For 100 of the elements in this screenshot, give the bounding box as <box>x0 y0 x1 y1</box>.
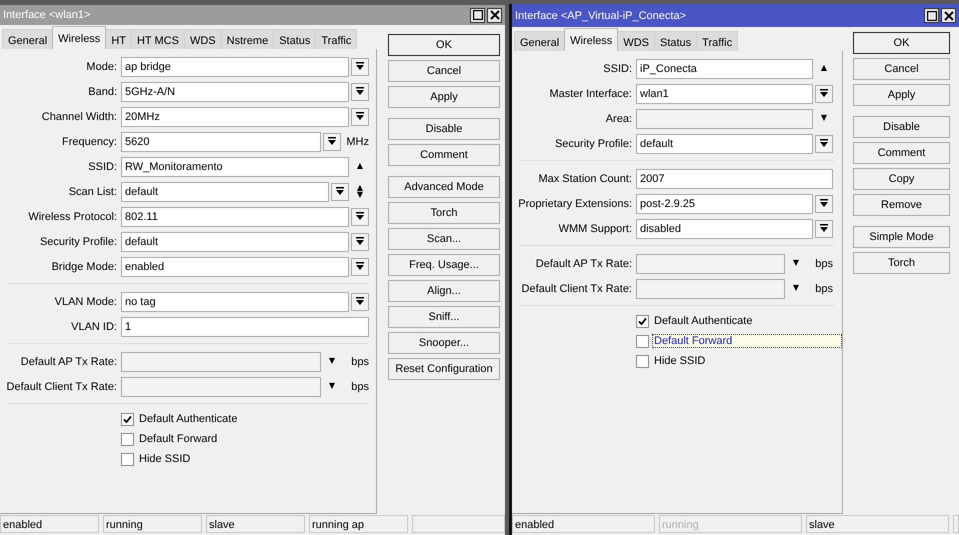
action-button[interactable]: Apply <box>388 86 500 108</box>
input-field[interactable]: default <box>636 134 813 154</box>
checkbox-label[interactable]: Default Forward <box>652 334 842 348</box>
dropdown-button[interactable] <box>331 182 349 200</box>
input-field[interactable]: 1 <box>121 316 369 336</box>
action-button[interactable]: Cancel <box>388 60 500 82</box>
field-label: Security Profile: <box>554 138 633 150</box>
action-button[interactable]: Disable <box>853 116 950 138</box>
action-button[interactable]: Torch <box>853 252 950 274</box>
tab[interactable]: HT MCS <box>130 29 185 49</box>
dropdown-button[interactable] <box>351 232 369 250</box>
input-field[interactable]: 5GHz-A/N <box>121 82 349 102</box>
tab[interactable]: Wireless <box>564 28 618 51</box>
checkbox-label[interactable]: Default Authenticate <box>137 412 240 426</box>
field-label: Scan List: <box>68 186 118 198</box>
field-label: Proprietary Extensions: <box>517 198 633 210</box>
dropdown-button[interactable] <box>815 84 833 102</box>
checkbox[interactable] <box>636 334 649 348</box>
tab[interactable]: Wireless <box>52 26 106 49</box>
checkbox[interactable] <box>636 314 649 328</box>
dropdown-button[interactable] <box>351 108 369 126</box>
tab[interactable]: WDS <box>617 31 655 51</box>
checkbox[interactable] <box>636 354 649 368</box>
field-label: VLAN Mode: <box>54 296 118 308</box>
dropdown-button[interactable] <box>351 292 369 310</box>
caret-icon <box>356 212 364 221</box>
action-button[interactable]: Cancel <box>853 58 950 80</box>
action-button[interactable]: Scan... <box>388 228 500 250</box>
caret-icon <box>328 137 336 146</box>
maximize-button[interactable] <box>924 8 939 23</box>
input-field[interactable]: 20MHz <box>121 106 349 126</box>
action-button[interactable]: Reset Configuration <box>388 358 500 380</box>
input-field[interactable]: 802.11 <box>121 206 349 226</box>
action-button[interactable]: Simple Mode <box>853 226 950 248</box>
action-button[interactable]: Sniff... <box>388 306 500 328</box>
tab[interactable]: Traffic <box>696 31 738 51</box>
input-field[interactable]: ap bridge <box>121 56 349 76</box>
input-field[interactable]: RW_Monitoramento <box>121 156 349 176</box>
tab[interactable]: General <box>2 29 54 49</box>
action-button[interactable]: Apply <box>853 84 950 106</box>
action-button[interactable]: OK <box>388 34 500 56</box>
checkbox[interactable] <box>121 412 134 426</box>
dropdown-button[interactable] <box>351 82 369 100</box>
checkbox[interactable] <box>121 452 134 466</box>
tab[interactable]: Status <box>654 31 698 51</box>
field-label: Frequency: <box>60 136 118 148</box>
input-field[interactable]: 5620 <box>121 132 321 152</box>
dropdown-button[interactable] <box>815 220 833 238</box>
caret-icon <box>356 262 364 271</box>
input-field[interactable]: disabled <box>636 218 813 238</box>
action-button[interactable]: Comment <box>853 142 950 164</box>
field-label: Default AP Tx Rate: <box>534 258 633 270</box>
action-button[interactable]: Remove <box>853 194 950 216</box>
tab[interactable]: Nstreme <box>220 29 274 49</box>
arrow-button[interactable]: ▲▼ <box>356 185 364 198</box>
status-cell <box>953 515 959 533</box>
input-field[interactable]: 2007 <box>636 168 833 188</box>
tab[interactable]: General <box>514 31 566 51</box>
input-field[interactable]: default <box>121 232 349 252</box>
field-label: Master Interface: <box>548 88 633 100</box>
action-button[interactable]: Align... <box>388 280 500 302</box>
dropdown-button[interactable] <box>351 58 369 76</box>
dropdown-button[interactable] <box>351 258 369 276</box>
tab[interactable]: WDS <box>184 29 222 49</box>
field-label: SSID: <box>87 160 118 172</box>
input-field[interactable]: default <box>121 182 329 202</box>
action-button[interactable]: Torch <box>388 202 500 224</box>
action-button[interactable]: OK <box>853 32 950 54</box>
window-title: Interface <AP_Virtual-iP_Conecta> <box>515 10 686 22</box>
input-field[interactable]: no tag <box>121 292 349 312</box>
close-button[interactable] <box>487 8 502 22</box>
dropdown-button[interactable] <box>815 194 833 212</box>
field-label: VLAN ID: <box>70 320 118 332</box>
action-button[interactable]: Freq. Usage... <box>388 254 500 276</box>
tab[interactable]: Traffic <box>315 29 358 49</box>
action-button[interactable]: Disable <box>388 118 500 140</box>
input-field[interactable]: iP_Conecta <box>636 58 813 78</box>
input-field[interactable]: enabled <box>121 256 349 276</box>
dropdown-button[interactable] <box>351 208 369 226</box>
caret-icon <box>356 112 364 121</box>
action-button[interactable]: Comment <box>388 144 500 166</box>
action-button[interactable]: Advanced Mode <box>388 176 500 198</box>
checkbox[interactable] <box>121 432 134 446</box>
tab[interactable]: Status <box>273 29 316 49</box>
tab[interactable]: HT <box>105 29 132 49</box>
arrow-button[interactable]: ▲ <box>356 163 364 170</box>
checkbox-label[interactable]: Hide SSID <box>137 452 192 466</box>
caret-icon <box>356 237 364 246</box>
action-button[interactable]: Copy <box>853 168 950 190</box>
checkbox-label[interactable]: Hide SSID <box>652 354 708 368</box>
action-button[interactable]: Snooper... <box>388 332 500 354</box>
close-button[interactable] <box>941 8 956 23</box>
maximize-button[interactable] <box>470 8 485 22</box>
checkbox-label[interactable]: Default Forward <box>137 432 220 446</box>
input-field[interactable]: wlan1 <box>636 84 813 104</box>
input-field[interactable]: post-2.9.25 <box>636 194 813 214</box>
arrow-button[interactable]: ▲ <box>820 65 828 72</box>
checkbox-label[interactable]: Default Authenticate <box>652 314 754 328</box>
dropdown-button[interactable] <box>815 134 833 152</box>
dropdown-button[interactable] <box>323 132 341 150</box>
